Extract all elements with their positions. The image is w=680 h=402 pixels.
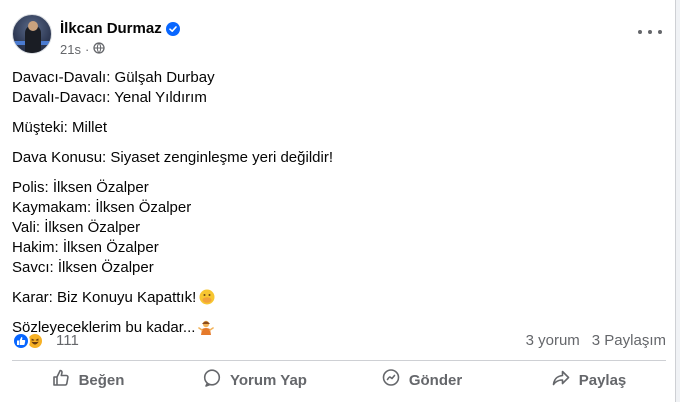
divider <box>12 360 666 361</box>
share-button[interactable]: Paylaş <box>505 364 672 396</box>
more-dot <box>648 30 652 34</box>
text-line: Savcı: İlksen Özalper <box>12 259 154 276</box>
comment-count[interactable]: 3 yorum <box>526 332 580 349</box>
text-line: Hakim: İlksen Özalper <box>12 239 159 256</box>
globe-icon <box>93 42 105 57</box>
engagement-stats: 3 yorum 3 Paylaşım <box>526 332 666 349</box>
text-line: Polis: İlksen Özalper <box>12 179 149 196</box>
paragraph-officials: Polis: İlksen Özalper Kaymakam: İlksen Ö… <box>12 178 662 278</box>
text-line: Davalı-Davacı: Yenal Yıldırım <box>12 89 207 106</box>
author-avatar[interactable] <box>12 14 52 54</box>
paragraph-complainant: Müşteki: Millet <box>12 118 662 138</box>
messenger-icon <box>381 368 401 392</box>
comment-label: Yorum Yap <box>230 371 307 389</box>
avatar-face <box>28 21 38 31</box>
reaction-bar: 111 3 yorum 3 Paylaşım <box>12 332 666 350</box>
reaction-icons[interactable] <box>12 332 44 350</box>
share-count[interactable]: 3 Paylaşım <box>592 332 666 349</box>
like-icon <box>12 332 30 350</box>
more-options-icon[interactable] <box>638 24 662 40</box>
text-line: Dava Konusu: Siyaset zenginleşme yeri de… <box>12 149 333 166</box>
paragraph-subject: Dava Konusu: Siyaset zenginleşme yeri de… <box>12 148 662 168</box>
post-body: Davacı-Davalı: Gülşah Durbay Davalı-Dava… <box>12 68 662 348</box>
thumbs-up-icon <box>51 368 71 392</box>
comment-button[interactable]: Yorum Yap <box>171 364 338 396</box>
send-button[interactable]: Gönder <box>338 364 505 396</box>
author-name-row: İlkcan Durmaz <box>60 20 180 37</box>
post-meta: 21s · <box>60 42 105 57</box>
author-name[interactable]: İlkcan Durmaz <box>60 20 162 37</box>
post-card: İlkcan Durmaz 21s · Davacı-Davalı: Gülşa… <box>0 0 676 402</box>
text-line: Müşteki: Millet <box>12 119 108 136</box>
text-line: Davacı-Davalı: Gülşah Durbay <box>12 69 215 86</box>
paragraph-verdict: Karar: Biz Konuyu Kapattık! <box>12 288 662 308</box>
share-label: Paylaş <box>578 371 627 389</box>
action-bar: Beğen Yorum Yap Gönder Paylaş <box>4 364 672 396</box>
meta-separator: · <box>84 42 90 57</box>
verified-badge-icon <box>165 21 180 36</box>
post-header: İlkcan Durmaz 21s · <box>12 12 664 60</box>
paragraph-parties: Davacı-Davalı: Gülşah Durbay Davalı-Dava… <box>12 68 662 108</box>
text-line: Vali: İlksen Özalper <box>12 219 141 236</box>
hand-over-mouth-emoji-icon <box>199 289 215 305</box>
post-timestamp[interactable]: 21s <box>60 42 81 57</box>
send-label: Gönder <box>408 371 463 389</box>
like-button[interactable]: Beğen <box>4 364 171 396</box>
more-dot <box>638 30 642 34</box>
text-line: Kaymakam: İlksen Özalper <box>12 199 192 216</box>
share-arrow-icon <box>551 368 571 392</box>
comment-bubble-icon <box>202 368 222 392</box>
verdict-text: Karar: Biz Konuyu Kapattık! <box>12 289 197 306</box>
like-label: Beğen <box>78 371 125 389</box>
reaction-count[interactable]: 111 <box>56 332 79 349</box>
more-dot <box>658 30 662 34</box>
text-line-verdict: Karar: Biz Konuyu Kapattık! <box>12 288 662 308</box>
